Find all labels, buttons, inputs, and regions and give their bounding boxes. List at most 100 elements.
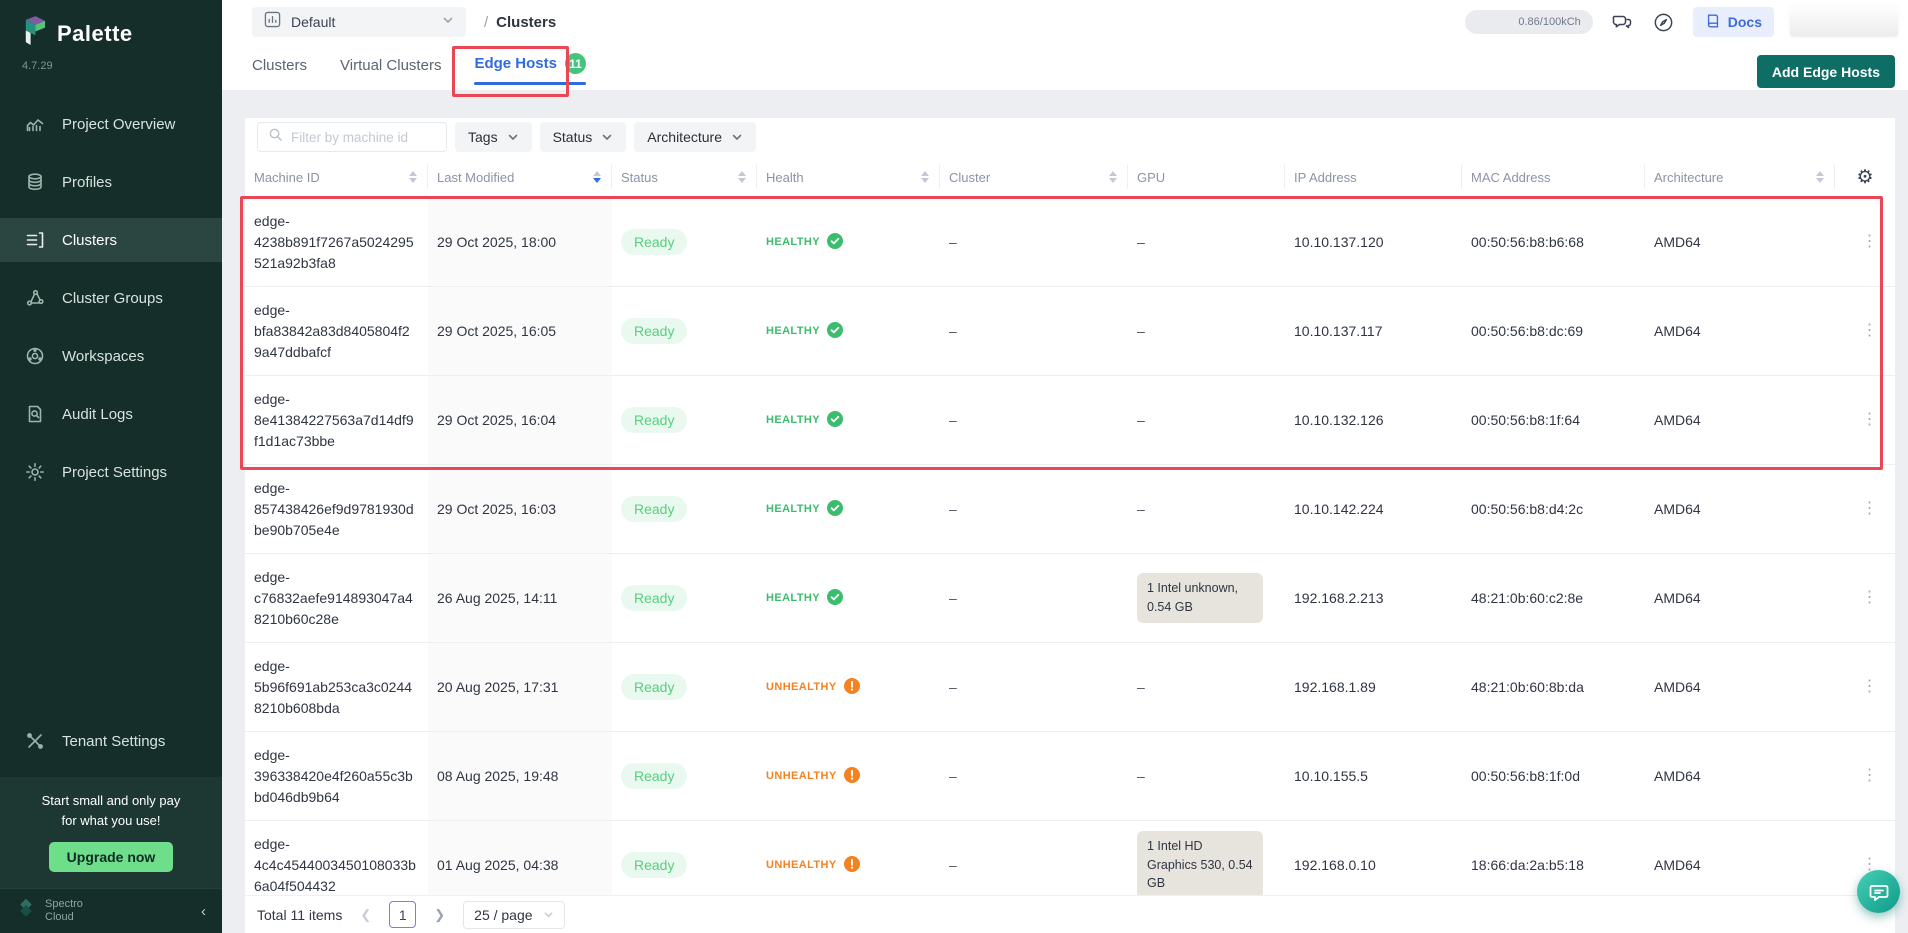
collapse-sidebar-icon[interactable]: ‹ [201,903,206,920]
cell-machine-id: edge-c76832aefe914893047a48210b60c28e [245,554,428,642]
sidebar-item-cluster-groups[interactable]: Cluster Groups [0,276,222,320]
cell-actions: ⋮ [1835,554,1895,642]
table-row[interactable]: edge-857438426ef9d9781930dbe90b705e4e29 … [245,465,1895,554]
filter-dropdown-status[interactable]: Status [540,122,627,152]
column-header-architecture[interactable]: Architecture [1645,165,1835,189]
project-selector-value: Default [291,14,335,30]
column-header-last-modified[interactable]: Last Modified [428,165,612,189]
sidebar-item-profiles[interactable]: Profiles [0,160,222,204]
tabs: Clusters Virtual Clusters Edge Hosts11 [222,38,1908,90]
table-row[interactable]: edge-bfa83842a83d8405804f29a47ddbafcf29 … [245,287,1895,376]
add-edge-hosts-button[interactable]: Add Edge Hosts [1757,55,1895,88]
table-row[interactable]: edge-8e41384227563a7d14df9f1d1ac73bbe29 … [245,376,1895,465]
docs-button[interactable]: Docs [1693,7,1774,37]
project-selector[interactable]: Default [252,7,466,37]
cell-architecture: AMD64 [1645,554,1835,642]
cell-actions: ⋮ [1835,643,1895,731]
table-body: edge-4238b891f7267a5024295521a92b3fa829 … [245,198,1895,895]
column-header-health[interactable]: Health [757,165,940,189]
health-badge: HEALTHY [766,411,843,430]
check-circle-icon [827,589,843,608]
sidebar-item-project-overview[interactable]: Project Overview [0,102,222,146]
page-number[interactable]: 1 [389,901,416,928]
row-menu-icon[interactable]: ⋮ [1844,412,1895,428]
tab-edge-hosts[interactable]: Edge Hosts11 [474,53,586,90]
cell-health: UNHEALTHY [757,732,940,820]
sidebar-footer: Spectro Cloud ‹ [0,888,222,933]
help-chat-button[interactable] [1857,870,1900,913]
cell-last-modified: 29 Oct 2025, 18:00 [428,198,612,286]
row-menu-icon[interactable]: ⋮ [1844,323,1895,339]
row-menu-icon[interactable]: ⋮ [1844,679,1895,695]
sidebar-item-audit-logs[interactable]: Audit Logs [0,392,222,436]
row-menu-icon[interactable]: ⋮ [1844,234,1895,250]
table-row[interactable]: edge-4238b891f7267a5024295521a92b3fa829 … [245,198,1895,287]
table-row[interactable]: edge-c76832aefe914893047a48210b60c28e26 … [245,554,1895,643]
machine-id-search[interactable] [257,122,447,152]
search-input[interactable] [291,130,431,145]
warning-circle-icon [844,767,860,786]
sort-icon [409,171,417,183]
cell-gpu: – [1128,376,1285,464]
book-icon [1705,13,1721,32]
cell-mac-address: 00:50:56:b8:1f:0d [1462,732,1645,820]
status-badge: Ready [621,318,687,344]
compass-icon[interactable] [1651,9,1677,35]
chat-icon[interactable] [1609,9,1635,35]
list-bracket-icon [24,229,46,251]
sidebar-item-project-settings[interactable]: Project Settings [0,450,222,494]
cell-last-modified: 20 Aug 2025, 17:31 [428,643,612,731]
cell-mac-address: 18:66:da:2a:b5:18 [1462,821,1645,895]
redacted-user-info [1790,7,1898,37]
row-menu-icon[interactable]: ⋮ [1844,768,1895,784]
prev-page-icon[interactable]: ❮ [356,907,375,923]
sidebar-item-label: Profiles [62,174,112,191]
cell-actions: ⋮ [1835,198,1895,286]
warning-circle-icon [844,856,860,875]
column-header-ip-address: IP Address [1285,165,1462,189]
cell-last-modified: 01 Aug 2025, 04:38 [428,821,612,895]
health-badge: UNHEALTHY [766,856,860,875]
warning-circle-icon [844,678,860,697]
promo-text: Start small and only pay for what you us… [10,791,212,830]
column-header-cluster[interactable]: Cluster [940,165,1128,189]
column-header-machine-id[interactable]: Machine ID [245,165,428,189]
edge-hosts-panel: TagsStatusArchitecture Machine IDLast Mo… [245,118,1895,933]
chevron-down-icon [601,131,613,143]
cell-health: HEALTHY [757,287,940,375]
cell-health: UNHEALTHY [757,821,940,895]
status-badge: Ready [621,229,687,255]
row-menu-icon[interactable]: ⋮ [1844,590,1895,606]
row-menu-icon[interactable]: ⋮ [1844,501,1895,517]
filter-dropdown-tags[interactable]: Tags [455,122,532,152]
column-header-status[interactable]: Status [612,165,757,189]
sidebar-item-label: Audit Logs [62,406,133,423]
sidebar-item-tenant-settings[interactable]: Tenant Settings [0,719,222,763]
cell-health: HEALTHY [757,376,940,464]
cell-actions: ⋮ [1835,287,1895,375]
tab-clusters[interactable]: Clusters [252,57,307,90]
gpu-tag: 1 Intel unknown, 0.54 GB [1137,573,1263,623]
sidebar-lower: Tenant Settings Start small and only pay… [0,719,222,933]
filter-dropdown-architecture[interactable]: Architecture [634,122,756,152]
sidebar-item-workspaces[interactable]: Workspaces [0,334,222,378]
table-row[interactable]: edge-396338420e4f260a55c3bbd046db9b6408 … [245,732,1895,821]
cell-last-modified: 29 Oct 2025, 16:04 [428,376,612,464]
table-row[interactable]: edge-5b96f691ab253ca3c02448210b608bda20 … [245,643,1895,732]
sidebar-item-clusters[interactable]: Clusters [0,218,222,262]
cell-machine-id: edge-4238b891f7267a5024295521a92b3fa8 [245,198,428,286]
search-icon [268,127,283,147]
spectro-cloud-logo-icon [16,899,36,924]
sort-icon [921,171,929,183]
health-badge: UNHEALTHY [766,767,860,786]
column-settings-gear-icon[interactable]: ⚙ [1856,166,1873,189]
status-badge: Ready [621,496,687,522]
tab-virtual-clusters[interactable]: Virtual Clusters [340,57,441,90]
next-page-icon[interactable]: ❯ [430,907,449,923]
upgrade-now-button[interactable]: Upgrade now [49,842,174,872]
cell-gpu: – [1128,198,1285,286]
cell-ip-address: 192.168.2.213 [1285,554,1462,642]
page-size-select[interactable]: 25 / page [463,901,564,929]
cell-mac-address: 00:50:56:b8:1f:64 [1462,376,1645,464]
table-row[interactable]: edge-4c4c4544003450108033b6a04f50443201 … [245,821,1895,895]
